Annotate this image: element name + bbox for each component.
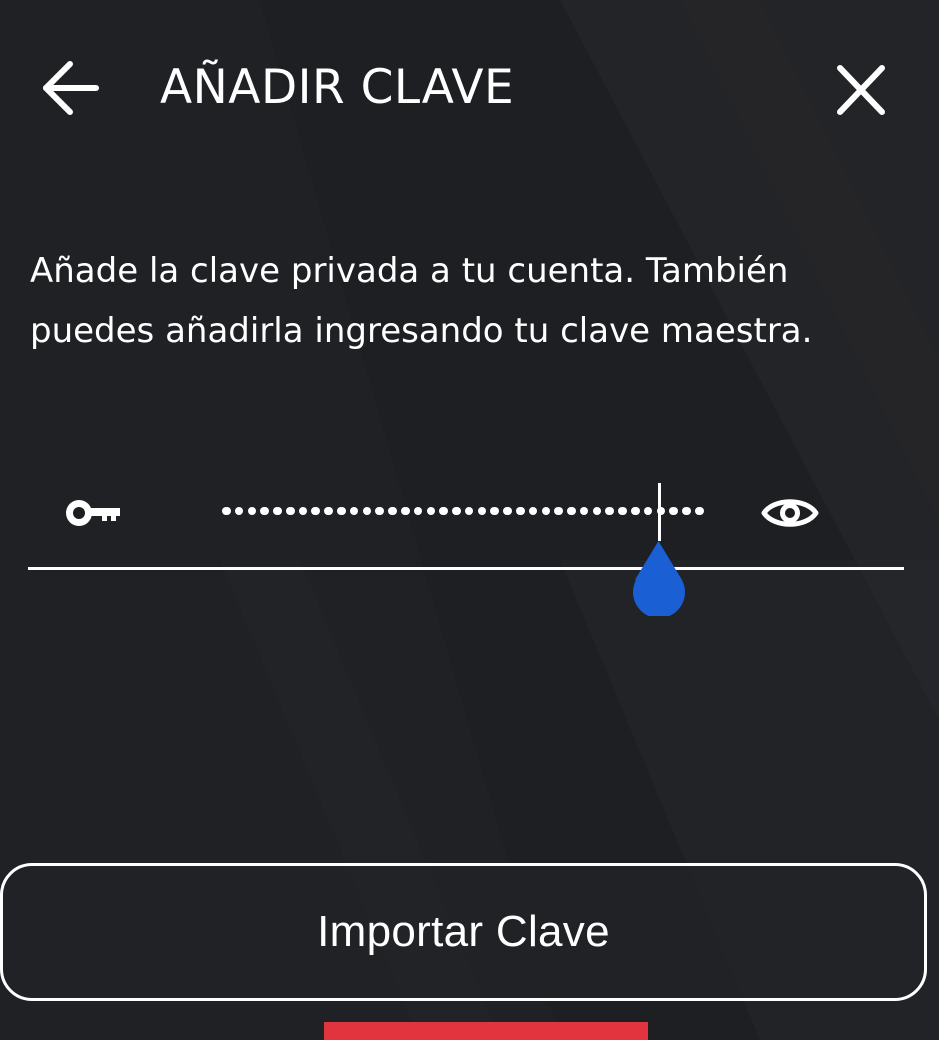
description-text: Añade la clave privada a tu cuenta. Tamb… [30,251,813,351]
arrow-left-icon [43,61,99,115]
private-key-input[interactable] [222,482,742,538]
close-button[interactable] [830,60,892,120]
page-title: AÑADIR CLAVE [160,60,515,115]
import-key-button-label: Importar Clave [317,907,610,956]
import-key-button[interactable]: Importar Clave [0,863,927,1001]
close-icon [837,65,885,115]
private-key-field [28,460,904,616]
input-underline [28,567,904,570]
text-selection-handle-icon[interactable] [624,540,696,616]
app-header: AÑADIR CLAVE [0,0,939,180]
eye-icon [761,499,819,527]
text-cursor [658,483,661,541]
toggle-visibility-button[interactable] [760,488,820,538]
back-button[interactable] [38,58,102,118]
bottom-indicator-bar [324,1022,648,1040]
key-icon [66,500,120,526]
